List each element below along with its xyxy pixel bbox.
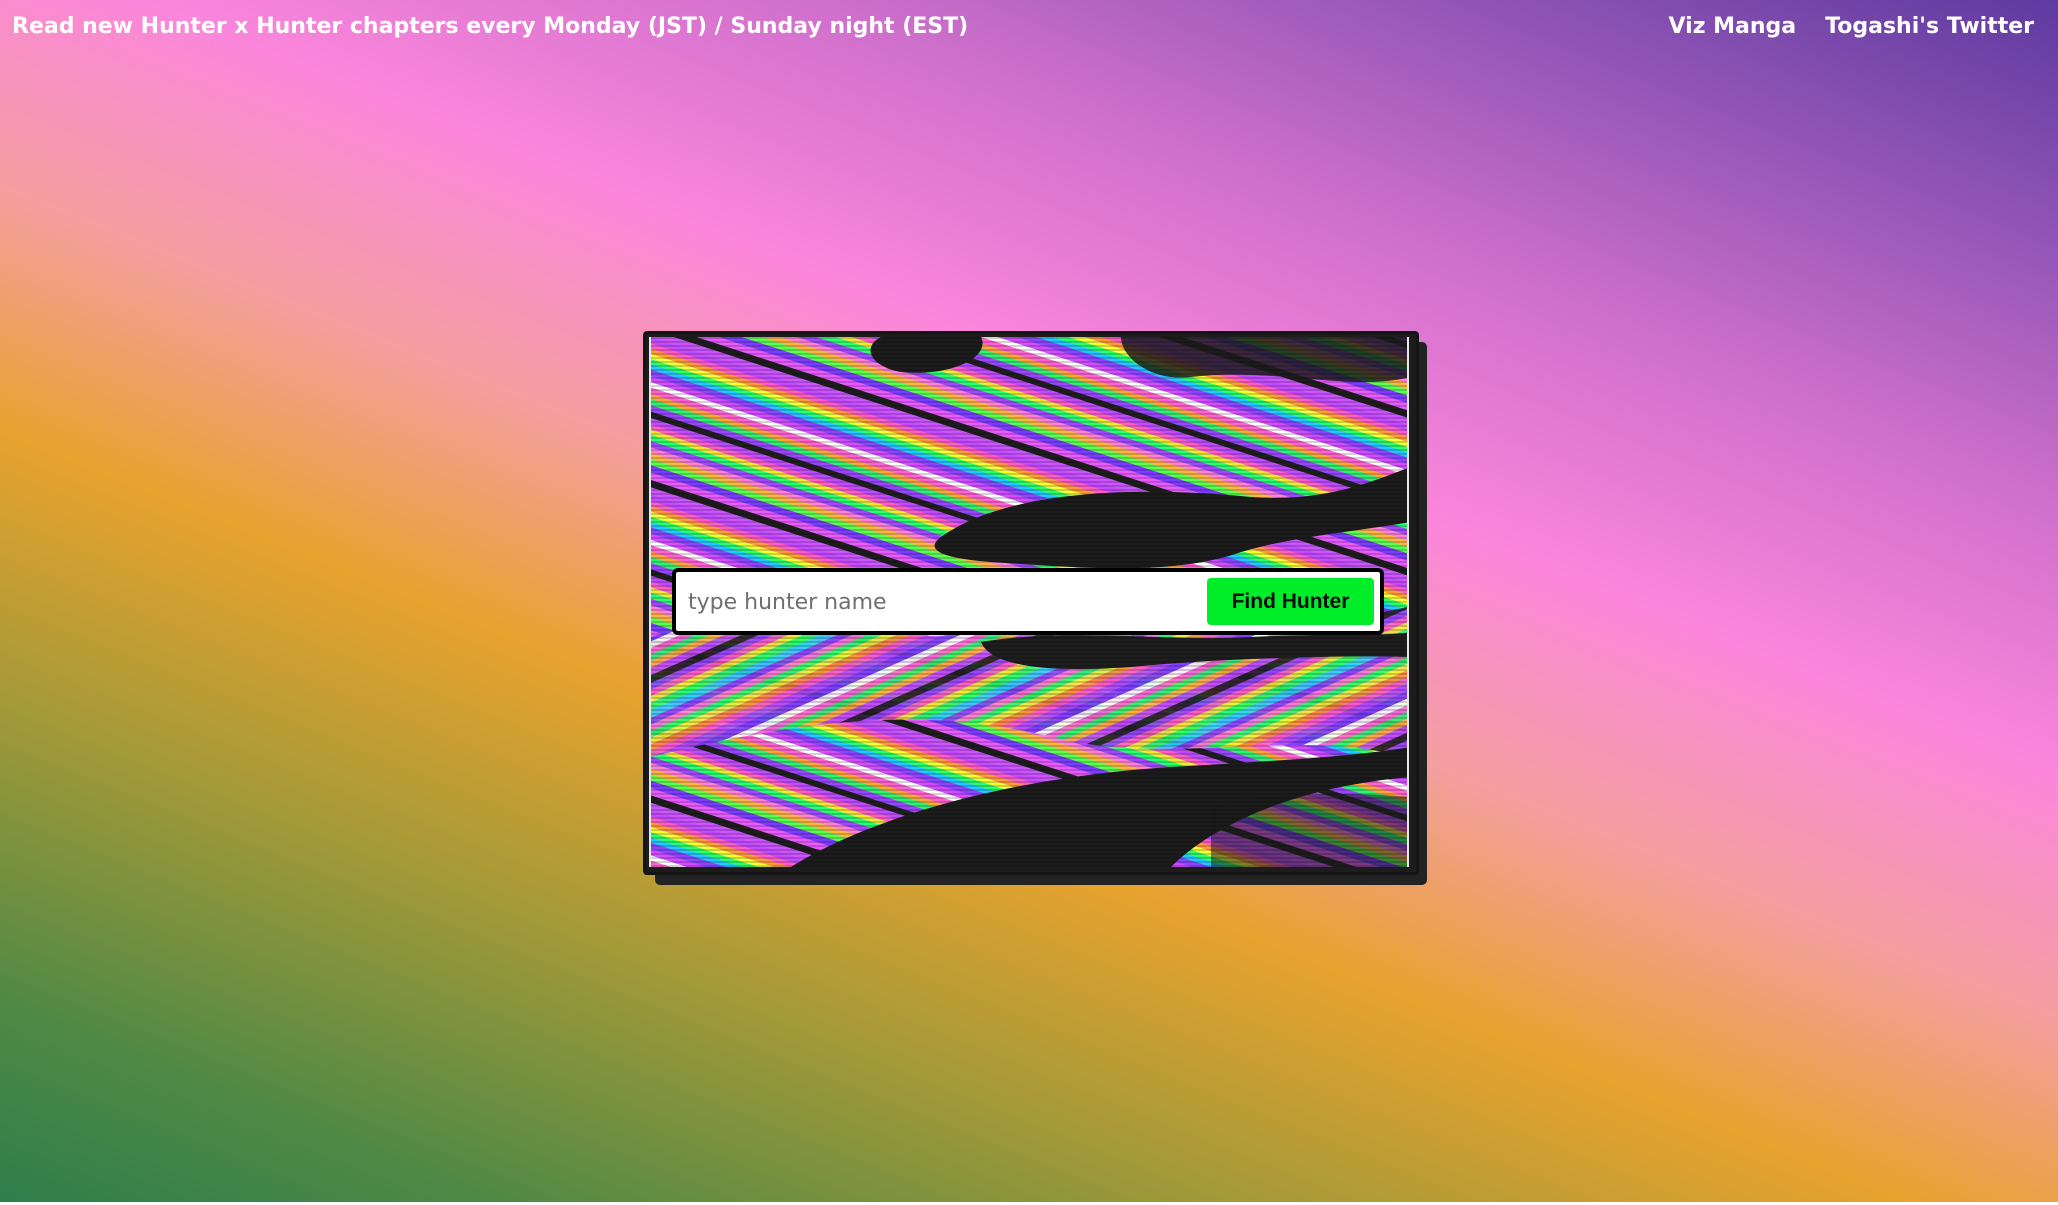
search-bar: Find Hunter <box>672 568 1384 635</box>
viz-manga-link[interactable]: Viz Manga <box>1669 14 1797 39</box>
top-bar: Read new Hunter x Hunter chapters every … <box>0 0 2058 58</box>
hunter-name-input[interactable] <box>686 580 1200 625</box>
release-announcement: Read new Hunter x Hunter chapters every … <box>12 14 969 39</box>
togashi-twitter-link[interactable]: Togashi's Twitter <box>1825 14 2034 39</box>
nav-links: Viz Manga Togashi's Twitter <box>1669 14 2034 39</box>
find-hunter-button[interactable]: Find Hunter <box>1207 578 1374 625</box>
